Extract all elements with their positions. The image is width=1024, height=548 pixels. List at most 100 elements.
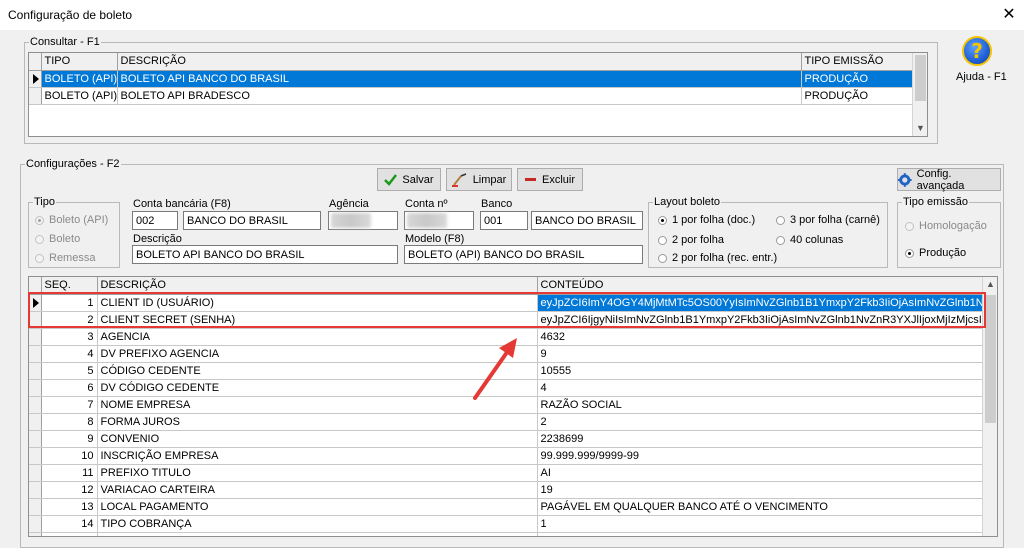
layout-radio-2-rec-entr[interactable]: 2 por folha (rec. entr.) — [658, 252, 777, 264]
advanced-config-button[interactable]: Config. avançada — [897, 167, 1001, 192]
cell-conteudo[interactable]: 2 — [537, 413, 984, 431]
cell-tipo[interactable]: BOLETO (API) — [41, 87, 118, 105]
close-icon[interactable]: ✕ — [998, 4, 1020, 24]
cell-descricao[interactable]: TIPO COBRANÇA — [97, 515, 538, 533]
tipo-radio-boleto[interactable]: Boleto — [35, 233, 80, 245]
cell-descricao[interactable]: LOCAL PAGAMENTO — [97, 498, 538, 516]
layout-radio-40-colunas[interactable]: 40 colunas — [776, 234, 843, 246]
scrollbar-thumb[interactable] — [915, 55, 926, 101]
cell-conteudo[interactable]: RAZÃO SOCIAL — [537, 396, 984, 414]
tipo-radio-remessa[interactable]: Remessa — [35, 252, 95, 264]
layout-radio-3-por-folha[interactable]: 3 por folha (carnê) — [776, 214, 880, 226]
consultar-scrollbar[interactable]: ▼ — [912, 53, 927, 136]
cell-conteudo[interactable]: 9 — [537, 345, 984, 363]
delete-button[interactable]: Excluir — [517, 168, 583, 191]
emissao-radio-homologacao[interactable]: Homologação — [905, 220, 987, 232]
cell-seq[interactable]: 10 — [41, 447, 98, 465]
cell-seq[interactable]: 5 — [41, 362, 98, 380]
cell-conteudo[interactable]: AI — [537, 464, 984, 482]
cell-conteudo[interactable]: PAGÁVEL EM QUALQUER BANCO ATÉ O VENCIMEN… — [537, 498, 984, 516]
cell-conteudo[interactable]: 17 — [537, 532, 984, 536]
gear-icon — [898, 172, 912, 187]
table-row[interactable]: 15CARTEIRA17 — [29, 532, 984, 536]
table-row[interactable]: 8 FORMA JUROS 2 — [29, 413, 984, 431]
table-row[interactable]: 13 LOCAL PAGAMENTO PAGÁVEL EM QUALQUER BAN… — [29, 498, 984, 516]
annotation-arrow-icon — [473, 338, 517, 400]
emissao-legend: Tipo emissão — [903, 196, 969, 208]
blurred-conta — [407, 213, 447, 228]
save-button[interactable]: Salvar — [377, 168, 441, 191]
col-tipo[interactable]: TIPO — [41, 53, 118, 71]
cell-seq[interactable]: 11 — [41, 464, 98, 482]
table-row[interactable]: 10 INSCRIÇÃO EMPRESA 99.999.999/9999-99 — [29, 447, 984, 465]
table-row[interactable]: BOLETO (API) BOLETO API BANCO DO BRASIL … — [29, 70, 914, 88]
cell-descricao[interactable]: FORMA JUROS — [97, 413, 538, 431]
chevron-down-icon[interactable]: ▼ — [913, 123, 927, 133]
cell-seq[interactable]: 3 — [41, 328, 98, 346]
advanced-config-label: Config. avançada — [916, 167, 965, 192]
cell-seq[interactable]: 7 — [41, 396, 98, 414]
conta-code-field[interactable] — [132, 211, 178, 230]
cell-descricao[interactable]: PREFIXO TITULO — [97, 464, 538, 482]
cell-conteudo[interactable]: 10555 — [537, 362, 984, 380]
cell-seq[interactable]: 12 — [41, 481, 98, 499]
cell-seq[interactable]: 4 — [41, 345, 98, 363]
row-indicator-icon — [33, 73, 39, 84]
eraser-broom-icon — [451, 172, 466, 187]
cell-conteudo[interactable]: 99.999.999/9999-99 — [537, 447, 984, 465]
delete-label: Excluir — [541, 173, 575, 186]
layout-radio-1-por-folha[interactable]: 1 por folha (doc.) — [658, 214, 755, 226]
cell-seq[interactable]: 14 — [41, 515, 98, 533]
cell-descricao[interactable]: INSCRIÇÃO EMPRESA — [97, 447, 538, 465]
table-row[interactable]: 11 PREFIXO TITULO AI — [29, 464, 984, 482]
scrollbar-thumb[interactable] — [985, 295, 996, 423]
title-bar: Configuração de boleto ✕ — [0, 0, 1024, 30]
cell-descricao[interactable]: CARTEIRA — [97, 532, 538, 536]
layout-radio-2-por-folha[interactable]: 2 por folha — [658, 234, 724, 246]
cell-seq[interactable]: 9 — [41, 430, 98, 448]
help-label: Ajuda - F1 — [956, 71, 1007, 83]
cell-conteudo[interactable]: 1 — [537, 515, 984, 533]
conta-name-field[interactable] — [183, 211, 321, 230]
cell-seq[interactable]: 13 — [41, 498, 98, 516]
tipo-radio-boleto-api[interactable]: Boleto (API) — [35, 214, 108, 226]
table-row[interactable]: 14 TIPO COBRANÇA 1 — [29, 515, 984, 533]
modelo-field[interactable] — [404, 245, 643, 264]
help-icon: ? — [962, 36, 992, 66]
agencia-label: Agência — [329, 198, 369, 210]
blurred-agencia — [331, 213, 371, 228]
cell-emissao[interactable]: PRODUÇÃO — [801, 70, 914, 88]
cell-descricao[interactable]: BOLETO API BANCO DO BRASIL — [117, 70, 802, 88]
consultar-legend: Consultar - F1 — [30, 36, 100, 48]
col-descricao[interactable]: DESCRIÇÃO — [117, 53, 802, 71]
config-legend: Configurações - F2 — [26, 158, 120, 170]
cell-descricao[interactable]: CONVENIO — [97, 430, 538, 448]
banco-name-field[interactable] — [531, 211, 643, 230]
cell-conteudo[interactable]: 19 — [537, 481, 984, 499]
cell-descricao[interactable]: VARIACAO CARTEIRA — [97, 481, 538, 499]
layout-legend: Layout boleto — [654, 196, 721, 208]
clear-label: Limpar — [472, 173, 507, 186]
cell-conteudo[interactable]: 4632 — [537, 328, 984, 346]
cell-descricao[interactable]: BOLETO API BRADESCO — [117, 87, 802, 105]
clear-button[interactable]: Limpar — [446, 168, 512, 191]
table-row[interactable]: 12 VARIACAO CARTEIRA 19 — [29, 481, 984, 499]
emissao-radio-producao[interactable]: Produção — [905, 247, 966, 259]
table-row[interactable]: 9 CONVENIO 2238699 — [29, 430, 984, 448]
cell-conteudo[interactable]: 4 — [537, 379, 984, 397]
consultar-grid[interactable]: TIPO DESCRIÇÃO TIPO EMISSÃO BOLETO (API)… — [28, 52, 928, 137]
col-tipo-emissao[interactable]: TIPO EMISSÃO — [801, 53, 914, 71]
modelo-label: Modelo (F8) — [405, 233, 465, 245]
cell-seq[interactable]: 15 — [41, 532, 98, 536]
banco-code-field[interactable] — [480, 211, 528, 230]
help-button[interactable]: ? — [962, 36, 992, 66]
highlight-box — [28, 292, 986, 328]
table-row[interactable]: BOLETO (API) BOLETO API BRADESCO PRODUÇÃ… — [29, 87, 914, 105]
cell-emissao[interactable]: PRODUÇÃO — [801, 87, 914, 105]
cell-seq[interactable]: 6 — [41, 379, 98, 397]
descricao-field[interactable] — [132, 245, 398, 264]
chevron-up-icon[interactable]: ▲ — [983, 279, 997, 289]
cell-seq[interactable]: 8 — [41, 413, 98, 431]
cell-conteudo[interactable]: 2238699 — [537, 430, 984, 448]
cell-tipo[interactable]: BOLETO (API) — [41, 70, 118, 88]
